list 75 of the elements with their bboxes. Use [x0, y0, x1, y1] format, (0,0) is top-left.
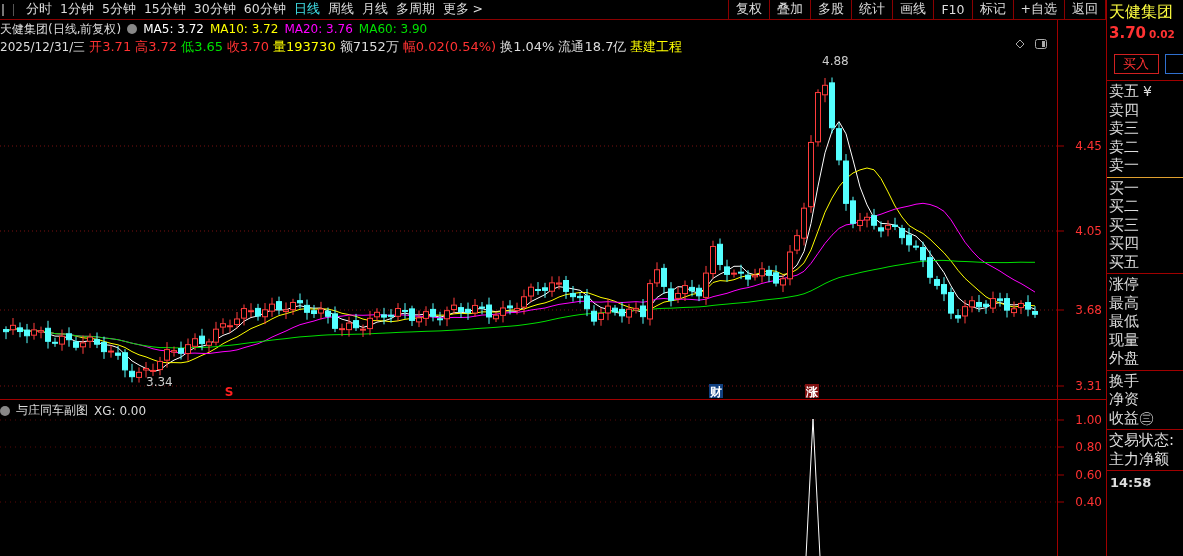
quote-label: 买四 — [1109, 234, 1139, 252]
quote-label: 交易状态: — [1109, 431, 1175, 449]
price-value: 3.70 — [1109, 24, 1146, 42]
event-marker[interactable]: 财 — [709, 384, 723, 399]
quote-label: 现量 — [1109, 330, 1139, 349]
quote-value: 流通18.7亿 — [558, 38, 627, 56]
indicator-reading: XG: 0.00 — [94, 403, 147, 418]
moving-average-label: MA60: 3.90 — [358, 21, 428, 38]
quote-value: 幅0.02(0.54%) — [402, 38, 497, 56]
event-marker[interactable]: S — [222, 384, 236, 399]
order-button[interactable] — [1164, 54, 1183, 74]
quote-label: 卖四 — [1109, 100, 1139, 119]
period-tab[interactable]: 5分钟 — [97, 1, 140, 18]
quote-label: 卖二 — [1109, 137, 1139, 156]
quote-label: 收益㊂ — [1109, 408, 1154, 427]
chart-title: 天健集团(日线,前复权) — [0, 21, 122, 38]
period-tab[interactable]: 多周期 — [391, 1, 439, 18]
quote-value: 高3.72 — [135, 38, 178, 56]
time-label: 14:58 — [1109, 474, 1153, 492]
panel-icon[interactable] — [2, 3, 14, 16]
panel-toggle-icon[interactable] — [1035, 39, 1047, 49]
period-tab[interactable]: 周线 — [323, 1, 358, 18]
quote-label: 最低 — [1109, 312, 1139, 330]
price-annotation: 4.88 — [822, 54, 849, 68]
dropdown-icon[interactable] — [0, 405, 10, 416]
quote-value: 基建工程 — [630, 38, 683, 56]
axis-label: 4.45 — [1075, 139, 1102, 153]
moving-average-label: MA10: 3.72 — [209, 21, 279, 38]
period-tab[interactable]: 日线 — [289, 1, 324, 18]
price-annotation: 3.34 — [146, 375, 173, 389]
axis-label: 1.00 — [1075, 413, 1102, 427]
quote-value: 开3.71 — [89, 38, 132, 56]
period-tab[interactable]: 60分钟 — [239, 1, 290, 18]
axis-label: 0.80 — [1075, 440, 1102, 454]
period-tab[interactable]: 15分钟 — [139, 1, 190, 18]
quote-value: 额7152万 — [339, 38, 399, 56]
quote-label: 卖一 — [1109, 156, 1139, 174]
moving-average-label: MA5: 3.72 — [143, 21, 204, 38]
period-tab[interactable]: 更多 > — [438, 1, 488, 18]
quote-label: 买二 — [1109, 197, 1139, 215]
quote-label: 外盘 — [1109, 349, 1139, 367]
date-label: 2025/12/31/三 — [0, 39, 86, 56]
dropdown-icon[interactable] — [127, 24, 138, 34]
diamond-icon[interactable] — [1015, 39, 1025, 49]
stock-name: 天健集团 — [1108, 1, 1174, 23]
quote-value: 收3.70 — [227, 38, 270, 56]
quote-label: 换手 — [1109, 371, 1139, 390]
axis-label: 3.31 — [1075, 379, 1102, 393]
axis-label: 4.05 — [1075, 224, 1102, 238]
currency-sign: ¥ — [1143, 83, 1152, 99]
quote-label: 买三 — [1109, 215, 1139, 234]
change-value: 0.02 — [1149, 28, 1175, 40]
quote-value: 低3.65 — [181, 38, 224, 56]
quote-label: 涨停 — [1109, 275, 1139, 293]
event-marker[interactable]: 涨 — [805, 384, 819, 399]
buy-button[interactable]: 买入 — [1114, 54, 1159, 74]
quote-label: 买一 — [1109, 178, 1139, 197]
period-tab[interactable]: 分时 — [22, 1, 56, 18]
quote-value: 量193730 — [273, 38, 336, 56]
toolbar-button[interactable]: 返回 — [1064, 0, 1106, 19]
quote-value: 换1.04% — [500, 38, 555, 56]
axis-label: 3.68 — [1075, 303, 1102, 317]
quote-label: 主力净额 — [1109, 449, 1169, 468]
period-tab[interactable]: 1分钟 — [56, 1, 98, 18]
moving-average-label: MA20: 3.76 — [284, 21, 353, 38]
quote-label: 净资 — [1109, 390, 1139, 408]
axis-label: 0.40 — [1075, 495, 1102, 509]
period-tab[interactable]: 月线 — [357, 1, 392, 18]
quote-label: 卖三 — [1109, 119, 1139, 137]
indicator-title: 与庄同车副图 — [16, 402, 88, 419]
quote-label: 买五 — [1109, 252, 1139, 271]
period-tab[interactable]: 30分钟 — [189, 1, 240, 18]
quote-label: 卖五 — [1109, 82, 1139, 100]
axis-label: 0.60 — [1075, 468, 1102, 482]
quote-label: 最高 — [1109, 293, 1139, 312]
